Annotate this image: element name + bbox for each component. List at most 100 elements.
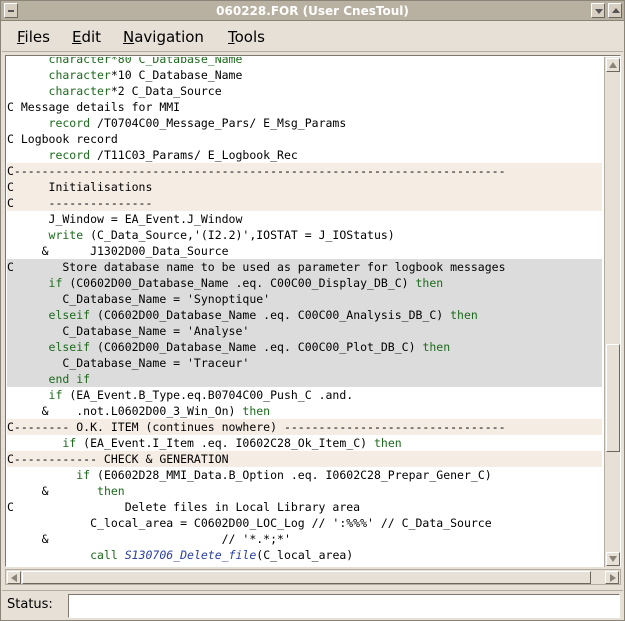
editor-window: 060228.FOR (User CnesToul) Files Edit Na… xyxy=(0,0,625,621)
code-line[interactable]: C---------------------------------------… xyxy=(7,163,602,179)
code-line[interactable]: C_Database_Name = 'Traceur' xyxy=(7,355,602,371)
code-keyword: character xyxy=(7,68,111,82)
code-keyword: then xyxy=(242,404,271,418)
code-keyword: record xyxy=(7,148,91,162)
code-line[interactable]: call S130706_Delete_file(C_local_area) xyxy=(7,547,602,563)
scroll-left-icon[interactable] xyxy=(7,571,21,584)
code-line[interactable]: C Initialisations xyxy=(7,179,602,195)
code-line[interactable]: C-------- O.K. ITEM (continues nowhere) … xyxy=(7,419,602,435)
horizontal-scrollbar[interactable] xyxy=(5,569,621,585)
code-text: C_Database_Name = 'Synoptique' xyxy=(7,292,271,306)
code-keyword: elseif xyxy=(7,340,91,354)
code-line[interactable]: C_local_area = C0602D00_LOC_Log // ':%%%… xyxy=(7,515,602,531)
menu-files[interactable]: Files xyxy=(17,28,50,46)
code-line[interactable]: end if xyxy=(7,371,602,387)
code-keyword: then xyxy=(450,308,478,322)
horizontal-scroll-thumb[interactable] xyxy=(22,571,591,584)
code-keyword: then xyxy=(422,340,451,354)
scroll-right-icon[interactable] xyxy=(605,571,619,584)
code-text: (C0602D00_Database_Name .eq. C00C00_Anal… xyxy=(90,308,451,322)
code-line[interactable]: record /T0704C00_Message_Pars/ E_Msg_Par… xyxy=(7,115,602,131)
menu-files-accel: F xyxy=(17,28,25,46)
code-line[interactable]: C------------ CHECK & GENERATION xyxy=(7,451,602,467)
code-line[interactable]: & then xyxy=(7,483,602,499)
code-keyword: record xyxy=(7,116,91,130)
code-line[interactable]: if (C0602D00_Database_Name .eq. C00C00_D… xyxy=(7,275,602,291)
code-keyword: then xyxy=(373,436,402,450)
code-text: J_Window = EA_Event.J_Window xyxy=(7,212,243,226)
code-comment: C Store database name to be used as para… xyxy=(7,260,506,274)
code-keyword: end if xyxy=(7,372,91,386)
status-bar: Status: xyxy=(2,590,623,620)
code-text: C_Database_Name = 'Traceur' xyxy=(7,356,250,370)
code-line[interactable]: & // '*.*;*' xyxy=(7,531,602,547)
code-line[interactable]: write (C_Data_Source,'(I2.2)',IOSTAT = J… xyxy=(7,227,602,243)
code-keyword: if xyxy=(7,436,77,450)
code-text: (C_Data_Source,'(I2.2)',IOSTAT = J_IOSta… xyxy=(83,228,395,242)
code-keyword: write xyxy=(7,228,84,242)
code-text: & J1302D00_Data_Source xyxy=(7,244,229,258)
code-text: *2 C_Data_Source xyxy=(110,84,222,98)
menu-tools-label: ools xyxy=(234,28,265,46)
code-text: (EA_Event.I_Item .eq. I0602C28_Ok_Item_C… xyxy=(76,436,374,450)
code-line[interactable]: record /T11C03_Params/ E_Logbook_Rec xyxy=(7,147,602,163)
code-line[interactable]: C_Database_Name = 'Synoptique' xyxy=(7,291,602,307)
code-line[interactable]: & J1302D00_Data_Source xyxy=(7,243,602,259)
code-keyword: elseif xyxy=(7,308,91,322)
code-text: (C0602D00_Database_Name .eq. C00C00_Plot… xyxy=(90,340,423,354)
code-comment: C------------ CHECK & GENERATION xyxy=(7,452,229,466)
code-keyword: if xyxy=(7,468,91,482)
menu-navigation-accel: N xyxy=(123,28,135,46)
scroll-down-icon[interactable] xyxy=(606,552,620,566)
code-editor-frame: character*80 C_Database_Name character*1… xyxy=(5,55,621,567)
status-field[interactable] xyxy=(68,594,620,618)
title-bar[interactable]: 060228.FOR (User CnesToul) xyxy=(1,1,624,21)
code-line[interactable]: character*80 C_Database_Name xyxy=(7,57,602,67)
code-text: (E0602D28_MMI_Data.B_Option .eq. I0602C2… xyxy=(90,468,492,482)
code-keyword: character*80 C_Database_Name xyxy=(7,57,243,66)
menu-navigation[interactable]: Navigation xyxy=(123,28,204,46)
maximize-icon[interactable] xyxy=(608,3,622,18)
code-line[interactable]: elseif (C0602D00_Database_Name .eq. C00C… xyxy=(7,339,602,355)
menu-files-label: iles xyxy=(24,28,50,46)
code-line[interactable]: C --------------- xyxy=(7,195,602,211)
menu-edit[interactable]: Edit xyxy=(72,28,101,46)
code-keyword: call xyxy=(7,548,118,562)
code-line[interactable]: C Store database name to be used as para… xyxy=(7,259,602,275)
code-line[interactable]: C Message details for MMI xyxy=(7,99,602,115)
code-text: /T11C03_Params/ E_Logbook_Rec xyxy=(90,148,298,162)
code-comment: C Delete files in Local Library area xyxy=(7,500,361,514)
code-comment: C --------------- xyxy=(7,196,153,210)
minimize-icon[interactable] xyxy=(591,3,605,18)
code-line[interactable]: C_Database_Name = 'Analyse' xyxy=(7,323,602,339)
code-function-name: S130706_Delete_file xyxy=(124,548,257,562)
code-line[interactable]: if (EA_Event.I_Item .eq. I0602C28_Ok_Ite… xyxy=(7,435,602,451)
code-line[interactable]: & .not.L0602D00_3_Win_On) then xyxy=(7,403,602,419)
code-text: (C0602D00_Database_Name .eq. C00C00_Disp… xyxy=(62,276,416,290)
code-line[interactable]: C Logbook record xyxy=(7,131,602,147)
code-text: C_Database_Name = 'Analyse' xyxy=(7,324,250,338)
code-keyword: character xyxy=(7,84,111,98)
code-editor[interactable]: character*80 C_Database_Name character*1… xyxy=(7,57,602,567)
status-label: Status: xyxy=(7,597,53,612)
code-line[interactable]: if (E0602D28_MMI_Data.B_Option .eq. I060… xyxy=(7,467,602,483)
code-keyword: if xyxy=(7,388,63,402)
menu-tools[interactable]: Tools xyxy=(228,28,265,46)
code-text: C_local_area = C0602D00_LOC_Log // ':%%%… xyxy=(7,516,492,530)
code-text: & .not.L0602D00_3_Win_On) xyxy=(7,404,243,418)
vertical-scroll-thumb[interactable] xyxy=(606,344,620,452)
code-line[interactable]: elseif (C0602D00_Database_Name .eq. C00C… xyxy=(7,307,602,323)
vertical-scrollbar[interactable] xyxy=(604,57,620,567)
scroll-up-icon[interactable] xyxy=(606,58,620,72)
code-line[interactable]: if (EA_Event.B_Type.eq.B0704C00_Push_C .… xyxy=(7,387,602,403)
code-keyword: then xyxy=(415,276,444,290)
code-line[interactable]: C Delete files in Local Library area xyxy=(7,499,602,515)
code-line[interactable]: character*2 C_Data_Source xyxy=(7,83,602,99)
code-comment: C---------------------------------------… xyxy=(7,164,506,178)
code-keyword: then xyxy=(97,484,125,498)
code-line[interactable]: character*10 C_Database_Name xyxy=(7,67,602,83)
code-line[interactable]: J_Window = EA_Event.J_Window xyxy=(7,211,602,227)
code-text: /T0704C00_Message_Pars/ E_Msg_Params xyxy=(90,116,347,130)
code-text: (C_local_area) xyxy=(256,548,354,562)
